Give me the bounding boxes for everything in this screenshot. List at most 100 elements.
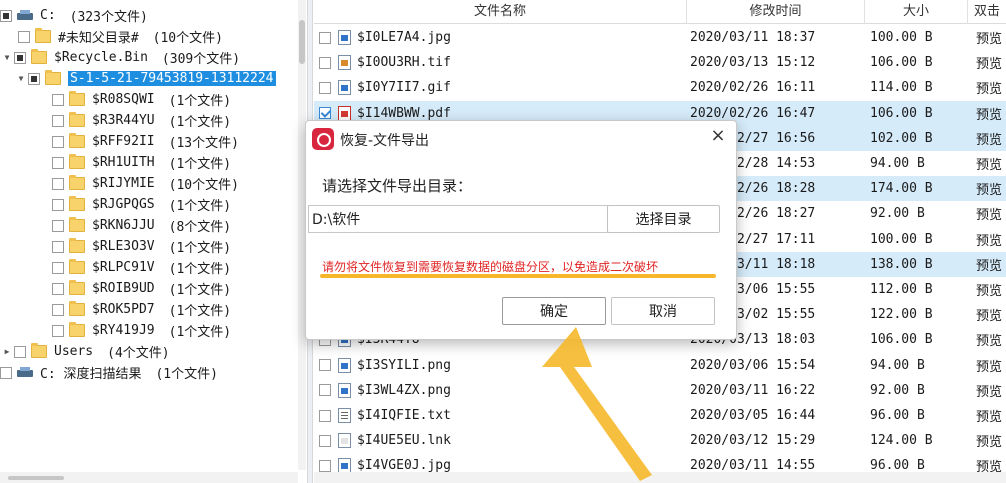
tree-node[interactable]: $RLE3O3V (1个文件) (52, 236, 231, 257)
tree-node-count: (1个文件) (168, 304, 232, 319)
tree-node-checkbox[interactable] (52, 198, 64, 211)
table-row[interactable]: $I4IQFIE.txt 2020/03/05 16:44 96.00 B 预览 (314, 403, 1006, 428)
row-checkbox[interactable] (319, 31, 331, 44)
tree-node-checkbox[interactable] (18, 30, 30, 43)
preview-link[interactable]: 预览 (976, 179, 1002, 198)
list-horizontal-scrollbar[interactable] (314, 472, 1006, 483)
tree-node-count: (8个文件) (168, 220, 232, 235)
tree-node[interactable]: C: (323个文件) (0, 5, 148, 26)
preview-link[interactable]: 预览 (976, 431, 1002, 450)
tree-node[interactable]: $RLPC91V (1个文件) (52, 257, 231, 278)
tree-node-checkbox[interactable] (52, 114, 64, 127)
table-row[interactable]: $I3WL4ZX.png 2020/03/11 16:22 92.00 B 预览 (314, 378, 1006, 403)
tree-horizontal-scrollbar[interactable] (0, 472, 298, 483)
expand-icon[interactable]: ▶ (2, 347, 12, 357)
tree-node-checkbox[interactable] (52, 93, 64, 106)
column-header-action[interactable]: 双击 (968, 0, 1006, 24)
preview-link[interactable]: 预览 (976, 280, 1002, 299)
preview-link[interactable]: 预览 (976, 204, 1002, 223)
row-checkbox[interactable] (319, 56, 331, 69)
tree-node[interactable]: ▶ Users (4个文件) (2, 341, 170, 362)
tree-node-checkbox[interactable] (14, 345, 26, 358)
table-row[interactable]: $I4UE5EU.lnk 2020/03/12 15:29 124.00 B 预览 (314, 428, 1006, 453)
row-checkbox[interactable] (319, 409, 331, 422)
collapse-icon[interactable]: ▼ (16, 74, 26, 84)
row-checkbox[interactable] (319, 81, 331, 94)
preview-link[interactable]: 预览 (976, 129, 1002, 148)
tree-node[interactable]: $RJGPQGS (1个文件) (52, 194, 231, 215)
tree-node-label: S-1-5-21-79453819-13112224 (68, 71, 276, 86)
tree-scroll-thumb[interactable] (299, 20, 305, 64)
preview-link[interactable]: 预览 (976, 255, 1002, 274)
file-size: 92.00 B (870, 382, 925, 398)
table-row[interactable]: $I0Y7II7.gif 2020/02/26 16:11 114.00 B 预览 (314, 75, 1006, 100)
row-checkbox[interactable] (319, 359, 331, 372)
dialog-prompt: 请选择文件导出目录： (322, 177, 473, 195)
tree-node[interactable]: $RKN6JJU (8个文件) (52, 215, 231, 236)
tree-node[interactable]: $ROIB9UD (1个文件) (52, 278, 231, 299)
tree-node[interactable]: $ROK5PD7 (1个文件) (52, 299, 231, 320)
preview-link[interactable]: 预览 (976, 104, 1002, 123)
tree-node[interactable]: $RIJYMIE (10个文件) (52, 173, 239, 194)
choose-directory-button[interactable]: 选择目录 (607, 205, 720, 233)
tree-node-checkbox[interactable] (52, 135, 64, 148)
file-size: 122.00 B (870, 307, 933, 323)
preview-link[interactable]: 预览 (976, 381, 1002, 400)
tree-node-label: $R3R44YU (92, 113, 155, 128)
tree-node-checkbox[interactable] (52, 177, 64, 190)
tree-node-checkbox[interactable] (28, 72, 40, 85)
tree-node[interactable]: #未知父目录# (10个文件) (18, 26, 223, 47)
tree-node[interactable]: $RFF92II (13个文件) (52, 131, 239, 152)
preview-link[interactable]: 预览 (976, 330, 1002, 349)
tree-node-checkbox[interactable] (0, 366, 12, 379)
tree-node-label: C: 深度扫描结果 (40, 367, 142, 382)
image-file-icon (338, 30, 351, 45)
row-checkbox[interactable] (319, 384, 331, 397)
tree-node-checkbox[interactable] (14, 51, 26, 64)
export-dialog: 恢复-文件导出 × 请选择文件导出目录： 选择目录 请勿将文件恢复到需要恢复数据… (305, 120, 737, 340)
tree-node[interactable]: C: 深度扫描结果 (1个文件) (0, 362, 218, 383)
tree-node-label: $RY419J9 (92, 323, 155, 338)
tree-node-checkbox[interactable] (52, 303, 64, 316)
table-row[interactable]: $I0LE7A4.jpg 2020/03/11 18:37 100.00 B 预览 (314, 25, 1006, 50)
tree-node-checkbox[interactable] (52, 261, 64, 274)
tree-node[interactable]: ▼ S-1-5-21-79453819-13112224 (16, 68, 276, 89)
tree-node[interactable]: $R08SQWI (1个文件) (52, 89, 231, 110)
row-checkbox[interactable] (319, 459, 331, 472)
tree-node-checkbox[interactable] (52, 156, 64, 169)
tree-node[interactable]: ▼ $Recycle.Bin (309个文件) (2, 47, 240, 68)
table-row[interactable]: $I3SYILI.png 2020/03/06 15:54 94.00 B 预览 (314, 353, 1006, 378)
preview-link[interactable]: 预览 (976, 154, 1002, 173)
tree-node[interactable]: $RH1UITH (1个文件) (52, 152, 231, 173)
tree-node[interactable]: $RY419J9 (1个文件) (52, 320, 231, 341)
warning-highlight (320, 274, 716, 278)
row-checkbox[interactable] (319, 107, 331, 120)
preview-link[interactable]: 预览 (976, 230, 1002, 249)
tree-node-checkbox[interactable] (52, 324, 64, 337)
tree-node[interactable]: $R3R44YU (1个文件) (52, 110, 231, 131)
export-path-input[interactable] (308, 205, 608, 233)
table-row[interactable]: $I0OU3RH.tif 2020/03/13 15:12 106.00 B 预览 (314, 50, 1006, 75)
preview-link[interactable]: 预览 (976, 356, 1002, 375)
row-checkbox[interactable] (319, 434, 331, 447)
preview-link[interactable]: 预览 (976, 28, 1002, 47)
column-header-date[interactable]: 修改时间 (687, 0, 865, 24)
column-header-name[interactable]: 文件名称 (314, 0, 687, 24)
collapse-icon[interactable]: ▼ (2, 53, 12, 63)
preview-link[interactable]: 预览 (976, 78, 1002, 97)
tree-node-checkbox[interactable] (52, 240, 64, 253)
tree-hscroll-thumb[interactable] (8, 476, 64, 480)
close-icon[interactable]: × (706, 124, 730, 148)
cancel-button[interactable]: 取消 (611, 297, 715, 325)
preview-link[interactable]: 预览 (976, 406, 1002, 425)
column-header-size[interactable]: 大小 (865, 0, 968, 24)
preview-link[interactable]: 预览 (976, 305, 1002, 324)
tree-node-count: (13个文件) (168, 136, 239, 151)
ok-button[interactable]: 确定 (502, 297, 606, 325)
tree-node-checkbox[interactable] (0, 9, 12, 22)
preview-link[interactable]: 预览 (976, 53, 1002, 72)
tree-node-count: (1个文件) (168, 157, 232, 172)
tree-node-checkbox[interactable] (52, 282, 64, 295)
tree-node-checkbox[interactable] (52, 219, 64, 232)
image-file-icon (338, 55, 351, 71)
